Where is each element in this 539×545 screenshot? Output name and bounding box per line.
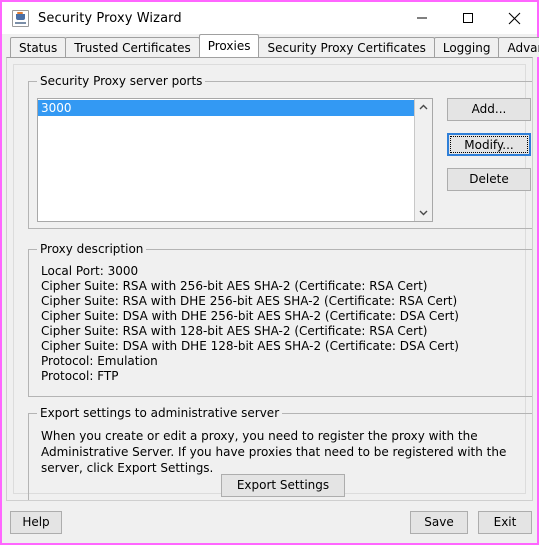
footer-button-bar: Help Save Exit — [2, 501, 537, 543]
close-icon[interactable] — [491, 2, 537, 34]
tab-content-proxies: Security Proxy server ports 3000 Add... … — [6, 57, 533, 501]
tab-advanced-settings[interactable]: Advanced Settings — [498, 37, 539, 57]
port-action-buttons: Add... Modify... Delete — [447, 98, 531, 203]
proxy-description-group: Proxy description Local Port: 3000 Ciphe… — [28, 242, 532, 397]
tab-label: Proxies — [207, 39, 251, 53]
tab-label: Logging — [442, 41, 491, 55]
proxy-description-text: Local Port: 3000 Cipher Suite: RSA with … — [41, 264, 529, 384]
security-proxy-wizard-window: Security Proxy Wizard Status Trusted Cer… — [0, 0, 539, 545]
help-button[interactable]: Help — [10, 511, 62, 534]
delete-button[interactable]: Delete — [447, 168, 531, 191]
content-inner-panel: Security Proxy server ports 3000 Add... … — [13, 64, 532, 500]
export-settings-description: When you create or edit a proxy, you nee… — [41, 429, 507, 475]
maximize-icon[interactable] — [445, 2, 491, 34]
tab-trusted-certificates[interactable]: Trusted Certificates — [65, 37, 200, 57]
description-line: Protocol: Emulation — [41, 354, 158, 368]
tab-bar: Status Trusted Certificates Proxies Secu… — [2, 34, 539, 57]
tab-label: Status — [19, 41, 58, 55]
tab-label: Security Proxy Certificates — [267, 41, 426, 55]
proxy-description-group-title: Proxy description — [37, 242, 147, 256]
save-button[interactable]: Save — [410, 511, 468, 534]
add-button[interactable]: Add... — [447, 98, 531, 121]
modify-button-label: Modify... — [464, 138, 514, 152]
tab-status[interactable]: Status — [10, 37, 67, 57]
list-item[interactable]: 3000 — [38, 100, 414, 116]
server-ports-group-title: Security Proxy server ports — [37, 74, 206, 88]
export-settings-button[interactable]: Export Settings — [221, 474, 345, 497]
chevron-up-icon[interactable] — [415, 99, 432, 116]
server-ports-listbox[interactable]: 3000 — [37, 98, 433, 222]
description-line: Cipher Suite: RSA with 256-bit AES SHA-2… — [41, 279, 428, 293]
minimize-icon[interactable] — [399, 2, 445, 34]
description-line: Cipher Suite: RSA with 128-bit AES SHA-2… — [41, 324, 428, 338]
window-title: Security Proxy Wizard — [38, 10, 182, 26]
tab-label: Advanced Settings — [507, 41, 539, 55]
description-line: Local Port: 3000 — [41, 264, 139, 278]
tab-label: Trusted Certificates — [74, 41, 191, 55]
java-coffee-cup-icon — [12, 9, 29, 27]
description-line: Cipher Suite: RSA with DHE 256-bit AES S… — [41, 294, 458, 308]
description-line: Cipher Suite: DSA with DHE 128-bit AES S… — [41, 339, 459, 353]
server-ports-list[interactable]: 3000 — [38, 99, 414, 221]
tab-logging[interactable]: Logging — [433, 37, 500, 57]
title-bar: Security Proxy Wizard — [2, 2, 537, 34]
export-settings-group-title: Export settings to administrative server — [37, 406, 283, 420]
exit-button[interactable]: Exit — [478, 511, 532, 534]
tab-proxies[interactable]: Proxies — [198, 34, 260, 57]
chevron-down-icon[interactable] — [415, 204, 432, 221]
description-line: Cipher Suite: DSA with DHE 256-bit AES S… — [41, 309, 459, 323]
listbox-scrollbar[interactable] — [414, 99, 432, 221]
modify-button[interactable]: Modify... — [447, 133, 531, 156]
server-ports-group: Security Proxy server ports 3000 Add... … — [28, 74, 532, 229]
description-line: Protocol: FTP — [41, 369, 119, 383]
tab-security-proxy-certificates[interactable]: Security Proxy Certificates — [258, 37, 435, 57]
window-controls — [399, 2, 537, 34]
export-settings-group: Export settings to administrative server… — [28, 406, 532, 500]
